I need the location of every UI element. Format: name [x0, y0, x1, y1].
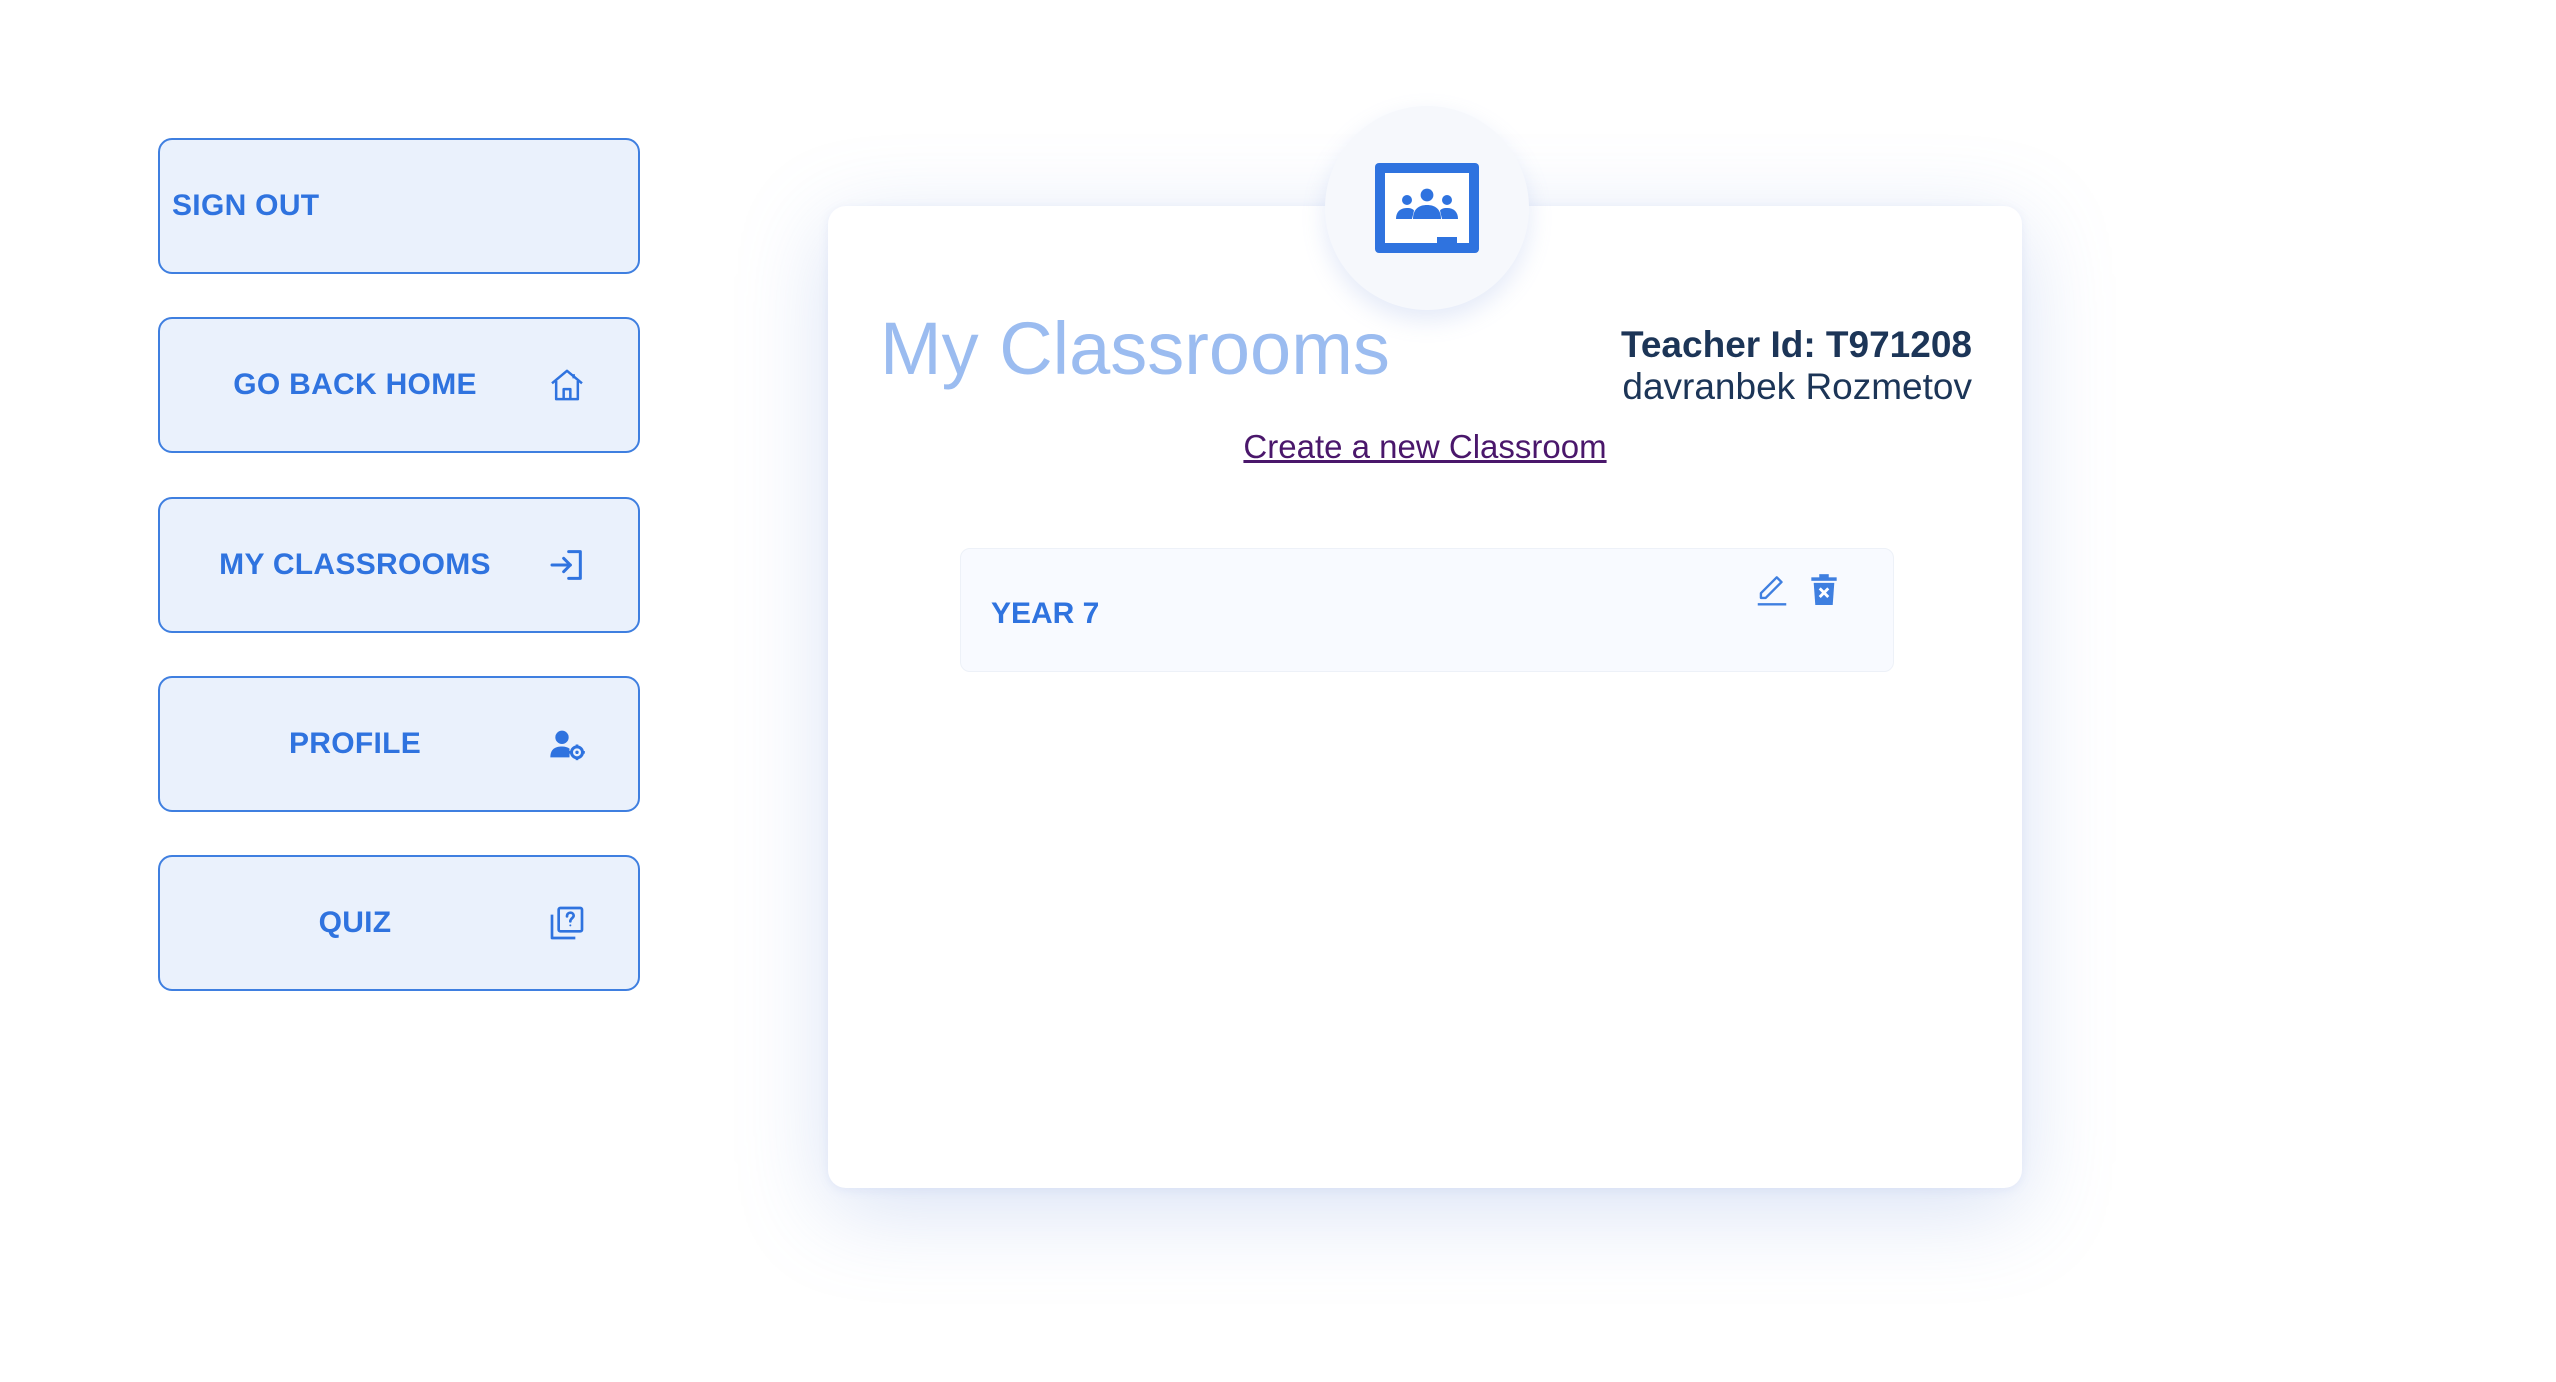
go-back-home-button[interactable]: GO BACK HOME	[158, 317, 640, 453]
teacher-name: davranbek Rozmetov	[1622, 366, 1972, 407]
quiz-label: QUIZ	[318, 906, 392, 939]
sign-out-button[interactable]: SIGN OUT	[158, 138, 640, 274]
login-arrow-icon	[547, 545, 587, 585]
sign-out-label: SIGN OUT	[172, 189, 320, 222]
classroom-name: YEAR 7	[991, 597, 1100, 630]
profile-label: PROFILE	[288, 727, 422, 760]
page-title: My Classrooms	[880, 307, 1390, 390]
classrooms-card: My Classrooms Teacher Id: T971208 davran…	[828, 206, 2022, 1188]
classroom-badge	[1325, 106, 1529, 310]
trash-x-icon[interactable]	[1805, 571, 1843, 609]
pencil-icon[interactable]	[1753, 571, 1791, 609]
home-icon	[547, 365, 587, 405]
user-gear-icon	[547, 724, 587, 764]
my-classrooms-button[interactable]: MY CLASSROOMS	[158, 497, 640, 633]
go-back-home-label: GO BACK HOME	[233, 368, 477, 401]
profile-button[interactable]: PROFILE	[158, 676, 640, 812]
question-box-icon	[547, 903, 587, 943]
quiz-button[interactable]: QUIZ	[158, 855, 640, 991]
classroom-actions	[1753, 571, 1843, 609]
teacher-id: Teacher Id: T971208	[1621, 324, 1972, 365]
create-classroom-link[interactable]: Create a new Classroom	[1243, 428, 1606, 466]
page: SIGN OUT GO BACK HOME MY CLASSROOMS PROF…	[0, 0, 2556, 1382]
my-classrooms-label: MY CLASSROOMS	[219, 548, 491, 581]
google-classroom-icon	[1375, 163, 1479, 253]
classroom-item[interactable]: YEAR 7	[960, 548, 1894, 672]
